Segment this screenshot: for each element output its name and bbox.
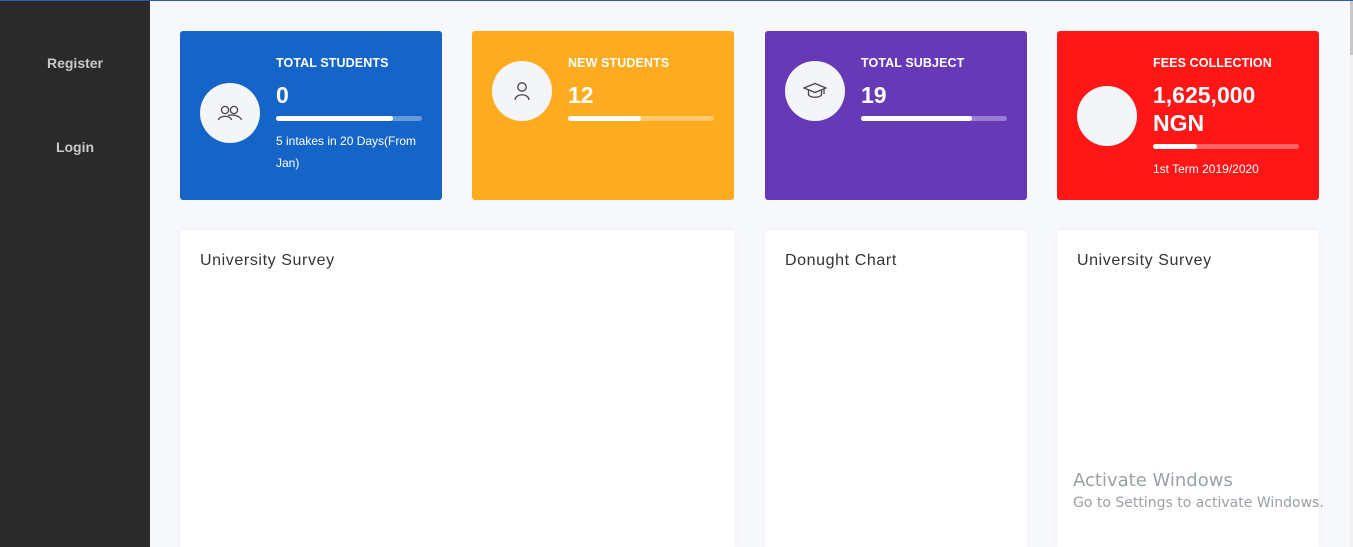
progress-fill: [861, 116, 972, 121]
blank-circle: [1077, 86, 1137, 146]
card-title: NEW STUDENTS: [568, 56, 670, 70]
progress-fill: [276, 116, 393, 121]
sidebar-item-register[interactable]: Register: [0, 55, 150, 71]
card-title: FEES COLLECTION: [1153, 56, 1272, 70]
stat-card-new-students: NEW STUDENTS 12: [472, 31, 734, 200]
stat-card-total-subject: TOTAL SUBJECT 19: [765, 31, 1027, 200]
card-value: 19: [861, 82, 887, 108]
progress-fill: [1153, 144, 1197, 149]
main-content: TOTAL STUDENTS 0 5 intakes in 20 Days(Fr…: [150, 1, 1350, 547]
panel-title: Donught Chart: [785, 252, 897, 269]
watermark-line-2: Go to Settings to activate Windows.: [1073, 495, 1324, 511]
progress-bar: [861, 116, 1007, 121]
progress-fill: [568, 116, 641, 121]
card-value: 0: [276, 82, 289, 108]
card-title: TOTAL SUBJECT: [861, 56, 965, 70]
panel-title: University Survey: [200, 252, 335, 269]
users-icon: [200, 83, 260, 143]
card-note: 5 intakes in 20 Days(From Jan): [276, 134, 417, 170]
progress-bar: [568, 116, 714, 121]
card-title: TOTAL STUDENTS: [276, 56, 389, 70]
user-icon: [492, 61, 552, 121]
watermark-line-1: Activate Windows: [1073, 470, 1233, 491]
progress-bar: [1153, 144, 1299, 149]
card-value: 1,625,000 NGN: [1153, 82, 1256, 136]
progress-bar: [276, 116, 422, 121]
graduation-cap-icon: [785, 61, 845, 121]
sidebar: Register Login: [0, 0, 150, 547]
activate-windows-watermark: Activate Windows Go to Settings to activ…: [1073, 470, 1324, 511]
panel-university-survey: University Survey: [180, 230, 735, 547]
card-value: 12: [568, 82, 594, 108]
sidebar-item-login[interactable]: Login: [0, 139, 150, 155]
card-note: 1st Term 2019/2020: [1153, 162, 1259, 176]
top-border-line: [0, 0, 1353, 1]
stat-card-total-students: TOTAL STUDENTS 0 5 intakes in 20 Days(Fr…: [180, 31, 442, 200]
stat-card-fees-collection: FEES COLLECTION 1,625,000 NGN 1st Term 2…: [1057, 31, 1319, 200]
panel-donught-chart: Donught Chart: [765, 230, 1027, 547]
panel-title: University Survey: [1077, 252, 1212, 269]
